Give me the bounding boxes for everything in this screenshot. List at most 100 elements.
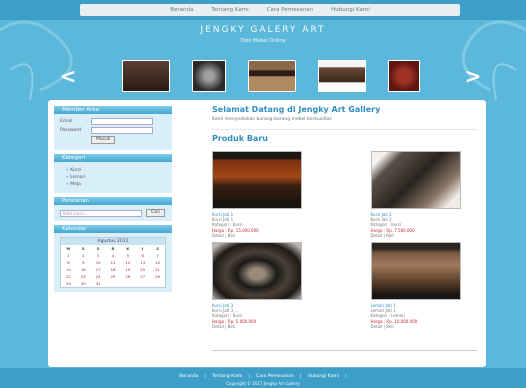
calendar-day[interactable]: 10 — [91, 259, 106, 266]
top-navigation: Beranda Tentang Kami Cara Pemesanan Hubu… — [80, 4, 460, 16]
calendar-day[interactable]: 25 — [106, 273, 121, 280]
product-actions[interactable]: Detail | Beli — [371, 324, 461, 329]
password-field[interactable] — [91, 127, 153, 134]
member-box-title: Member Area — [54, 106, 172, 114]
calendar-day[interactable]: 16 — [76, 266, 91, 273]
calendar-day[interactable]: 6 — [135, 252, 150, 259]
product-image[interactable] — [370, 242, 461, 301]
site-title: JENGKY GALERY ART — [200, 25, 326, 35]
footer-link-cara-pemesanan[interactable]: Cara Pemesanan — [256, 374, 294, 379]
calendar-month: Agustus 2011 — [61, 238, 165, 245]
product-image[interactable] — [370, 151, 461, 209]
calendar-day[interactable]: 20 — [135, 266, 150, 273]
password-label: Password — [60, 128, 82, 133]
footer-link-hubungi-kami[interactable]: Hubungi Kami — [307, 374, 339, 379]
chevron-right-icon[interactable]: > — [462, 64, 484, 88]
welcome-title: Selamat Datang di Jengky Art Gallery — [212, 105, 381, 114]
search-box-title: Pencarian — [54, 197, 172, 205]
products-title: Produk Baru — [212, 134, 268, 143]
calendar-day-name: R — [111, 246, 115, 251]
search-box: Pencarian Kata kunci... Cari — [54, 197, 172, 221]
calendar-day[interactable]: 28 — [150, 273, 165, 280]
calendar-day[interactable]: 31 — [91, 280, 106, 287]
nav-item-tentang-kami[interactable]: Tentang Kami — [211, 7, 248, 13]
divider — [212, 129, 477, 130]
login-button[interactable]: Masuk — [91, 136, 116, 144]
calendar-day-name: J — [142, 246, 144, 251]
slider-thumbnails — [121, 60, 420, 92]
calendar-day-name: S — [81, 246, 85, 251]
search-input[interactable]: Kata kunci... — [60, 209, 142, 217]
calendar-day[interactable]: 21 — [150, 266, 165, 273]
calendar-day[interactable]: 5 — [120, 252, 135, 259]
calendar-day-name: M — [66, 246, 71, 251]
product-card: Kursi Jati 1 Kursi Jati 1 Kategori : Kur… — [212, 151, 302, 238]
nav-item-beranda[interactable]: Beranda — [170, 7, 193, 13]
calendar-day[interactable]: 19 — [120, 266, 135, 273]
calendar-day[interactable]: 8 — [61, 259, 76, 266]
calendar-day[interactable]: 3 — [91, 252, 106, 259]
product-card: Kursi Jati 2 Kursi Jati 2 Kategori : Kur… — [370, 151, 461, 238]
slider-image[interactable] — [247, 60, 296, 92]
search-button[interactable]: Cari — [146, 209, 165, 217]
calendar-day-name: K — [126, 246, 130, 251]
nav-item-hubungi-kami[interactable]: Hubungi Kami — [331, 7, 370, 13]
category-box: Kategori Kursi Lemari Meja — [54, 154, 172, 193]
calendar-day[interactable]: 26 — [120, 273, 135, 280]
category-box-title: Kategori — [54, 154, 172, 162]
product-actions[interactable]: Detail | Beli — [212, 233, 302, 238]
product-image[interactable] — [212, 151, 302, 209]
member-box: Member Area Email Password Masuk — [54, 106, 172, 150]
calendar-day[interactable]: 1 — [61, 252, 76, 259]
calendar-day[interactable]: 14 — [150, 259, 165, 266]
email-field[interactable] — [91, 118, 153, 125]
site-subtitle: Toko Mebel Online — [240, 38, 286, 44]
copyright: Copyright © 2011 Jengky Art Gallery — [226, 381, 300, 386]
product-grid: Kursi Jati 1 Kursi Jati 1 Kategori : Kur… — [212, 151, 477, 329]
calendar-day-name: S — [96, 246, 100, 251]
footer-link-tentang-kami[interactable]: Tentang Kami — [212, 374, 243, 379]
main-page: Member Area Email Password Masuk Kategor… — [48, 100, 486, 367]
product-actions[interactable]: Detail | Beli — [212, 324, 302, 329]
calendar-day[interactable]: 12 — [120, 259, 135, 266]
calendar-day[interactable]: 11 — [106, 259, 121, 266]
slider-image[interactable] — [191, 60, 226, 92]
calendar-box: Kalender Agustus 2011 M S S R K J S 1 2 3 4 5 6 7 8 9 10… — [54, 225, 172, 292]
calendar-day[interactable]: 7 — [150, 252, 165, 259]
calendar-grid: M S S R K J S 1 2 3 4 5 6 7 8 9 10 11 12 13 14 15 16 17 18 19 20 21… — [61, 245, 165, 287]
calendar-day[interactable]: 30 — [76, 280, 91, 287]
product-actions[interactable]: Detail | Beli — [371, 233, 461, 238]
slider-image[interactable] — [317, 60, 366, 92]
calendar-day[interactable]: 29 — [61, 280, 76, 287]
calendar-day[interactable]: 23 — [76, 273, 91, 280]
calendar-day[interactable]: 17 — [91, 266, 106, 273]
calendar-day[interactable]: 13 — [135, 259, 150, 266]
slider-image[interactable] — [387, 60, 420, 92]
calendar-day[interactable]: 9 — [76, 259, 91, 266]
product-card: Kursi Jati 3 Kursi Jati 3 ... Kategori :… — [212, 242, 302, 329]
footer-link-beranda[interactable]: Beranda — [179, 374, 198, 379]
calendar-day[interactable]: 2 — [76, 252, 91, 259]
calendar-day[interactable]: 22 — [61, 273, 76, 280]
calendar-day-name: S — [156, 246, 159, 251]
footer-links: Beranda | Tentang Kami | Cara Pemesanan … — [179, 374, 347, 379]
sidebar: Member Area Email Password Masuk Kategor… — [54, 106, 172, 296]
product-card: Lemari Jati 1 Lemari Jati 1 Kategori : L… — [370, 242, 461, 329]
nav-item-cara-pemesanan[interactable]: Cara Pemesanan — [267, 7, 313, 13]
email-label: Email — [60, 119, 73, 124]
slider-image[interactable] — [121, 60, 170, 92]
main-content: Selamat Datang di Jengky Art Gallery Kam… — [212, 105, 477, 329]
category-item-meja[interactable]: Meja — [66, 182, 166, 187]
product-image[interactable] — [212, 242, 302, 301]
product-slider: < > — [57, 53, 484, 99]
calendar-day[interactable]: 18 — [106, 266, 121, 273]
chevron-left-icon[interactable]: < — [57, 64, 79, 88]
calendar-day[interactable]: 27 — [135, 273, 150, 280]
calendar-day[interactable]: 15 — [61, 266, 76, 273]
calendar-day[interactable]: 24 — [91, 273, 106, 280]
category-item-kursi[interactable]: Kursi — [66, 168, 166, 173]
calendar-box-title: Kalender — [54, 225, 172, 233]
footer: Beranda | Tentang Kami | Cara Pemesanan … — [0, 374, 526, 386]
category-item-lemari[interactable]: Lemari — [66, 175, 166, 180]
calendar-day[interactable]: 4 — [106, 252, 121, 259]
